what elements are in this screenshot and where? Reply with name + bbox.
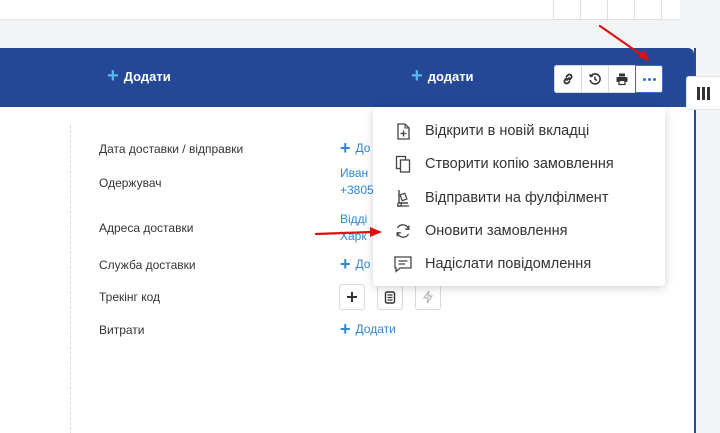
add-tracking-button[interactable]	[339, 284, 365, 310]
link-icon	[563, 73, 573, 85]
recipient-name-link[interactable]: Иван	[340, 166, 368, 180]
menu-item-label: Відкрити в новій вкладці	[425, 122, 590, 139]
field-label-tracking-code: Трекінг код	[99, 290, 161, 304]
plus-icon: +	[411, 65, 423, 87]
tracking-list-button[interactable]	[377, 284, 403, 310]
columns-toggle-button[interactable]	[686, 76, 720, 110]
more-dots-icon	[642, 77, 656, 81]
card-header: + Додати + додати	[0, 48, 694, 107]
menu-item-open-new-tab[interactable]: Відкрити в новій вкладці	[373, 114, 665, 147]
lightning-icon	[422, 290, 434, 304]
top-button[interactable]	[553, 0, 581, 20]
delivery-date-add-label: До	[355, 141, 371, 155]
plus-icon: +	[107, 65, 119, 87]
menu-item-send-message[interactable]: Надіслати повідомлення	[373, 247, 665, 280]
menu-item-label: Відправити на фулфілмент	[425, 189, 609, 206]
order-toolbar	[554, 65, 663, 93]
open-new-tab-icon	[393, 121, 413, 141]
column-divider	[70, 125, 71, 433]
field-label-recipient: Одержувач	[99, 176, 162, 190]
fulfillment-icon	[393, 188, 413, 208]
more-actions-button[interactable]	[635, 65, 663, 93]
top-panel	[0, 0, 680, 20]
link-button[interactable]	[554, 65, 582, 93]
menu-item-label: Надіслати повідомлення	[425, 255, 592, 272]
message-icon	[393, 254, 413, 274]
copy-icon	[393, 154, 413, 174]
history-icon	[588, 73, 601, 85]
delivery-date-add-link[interactable]: + До	[340, 138, 371, 158]
field-label-delivery-service: Служба доставки	[99, 258, 196, 272]
add-right-label: додати	[427, 68, 474, 84]
tracking-auto-button[interactable]	[415, 284, 441, 310]
tracking-buttons	[339, 284, 441, 310]
plus-icon: +	[340, 138, 351, 158]
field-label-delivery-address: Адреса доставки	[99, 221, 194, 235]
annotation-arrow-left	[314, 227, 382, 237]
menu-item-label: Оновити замовлення	[425, 222, 568, 239]
top-button[interactable]	[580, 0, 608, 20]
top-button-group	[553, 0, 662, 20]
plus-icon: +	[340, 254, 351, 274]
field-label-expenses: Витрати	[99, 323, 145, 337]
menu-item-copy-order[interactable]: Створити копію замовлення	[373, 147, 665, 180]
expenses-add-link[interactable]: + Додати	[340, 319, 396, 339]
annotation-arrow-top	[598, 24, 650, 61]
refresh-icon	[393, 221, 413, 241]
recipient-phone-link[interactable]: +3805	[340, 183, 374, 197]
add-left-label: Додати	[123, 68, 171, 84]
field-label-delivery-date: Дата доставки / відправки	[99, 142, 244, 156]
expenses-add-label: Додати	[355, 322, 396, 336]
menu-item-refresh-order[interactable]: Оновити замовлення	[373, 214, 665, 247]
print-button[interactable]	[608, 65, 636, 93]
menu-item-send-fulfillment[interactable]: Відправити на фулфілмент	[373, 181, 665, 214]
more-actions-menu: Відкрити в новій вкладці Створити копію …	[373, 107, 665, 286]
print-icon	[616, 73, 628, 86]
delivery-service-add-link[interactable]: + До	[340, 254, 371, 274]
add-right-button[interactable]: + додати	[411, 65, 474, 87]
plus-icon: +	[340, 319, 351, 339]
columns-icon	[697, 86, 710, 100]
delivery-service-add-label: До	[355, 257, 371, 271]
document-icon	[384, 290, 396, 304]
top-button[interactable]	[634, 0, 662, 20]
plus-icon	[347, 292, 357, 302]
add-left-button[interactable]: + Додати	[107, 65, 171, 87]
top-button[interactable]	[607, 0, 635, 20]
history-button[interactable]	[581, 65, 609, 93]
menu-item-label: Створити копію замовлення	[425, 155, 614, 172]
